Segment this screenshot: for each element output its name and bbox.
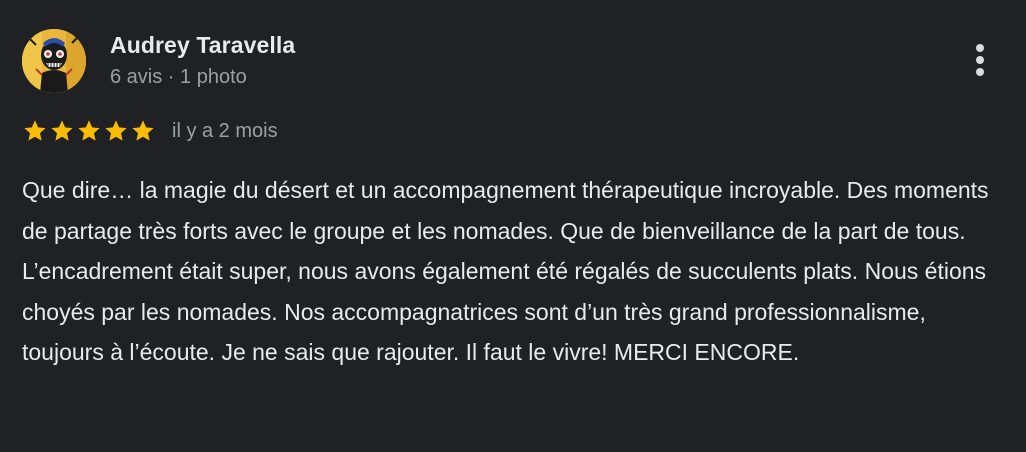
review-paragraph: Que dire… la magie du désert et un accom… — [22, 177, 989, 244]
more-vert-icon-dot — [976, 68, 984, 76]
author-avatar[interactable] — [22, 29, 86, 93]
avatar-image — [22, 29, 86, 93]
star-icon — [24, 120, 46, 141]
star-icon — [51, 120, 73, 141]
author-name[interactable]: Audrey Taravella — [110, 32, 295, 59]
review-card: Audrey Taravella 6 avis · 1 photo il y a… — [0, 0, 1026, 452]
more-vert-icon-dot — [976, 56, 984, 64]
more-options-button[interactable] — [964, 40, 996, 80]
rating-row: il y a 2 mois — [22, 117, 278, 145]
star-icon — [78, 120, 100, 141]
review-date: il y a 2 mois — [172, 119, 278, 142]
review-paragraph: L’encadrement était super, nous avons ég… — [22, 258, 987, 365]
star-rating — [22, 118, 156, 144]
review-text: Que dire… la magie du désert et un accom… — [22, 170, 1012, 373]
star-icon — [105, 120, 127, 141]
star-icon — [132, 120, 154, 141]
more-vert-icon — [976, 44, 984, 52]
author-meta: 6 avis · 1 photo — [110, 66, 247, 88]
